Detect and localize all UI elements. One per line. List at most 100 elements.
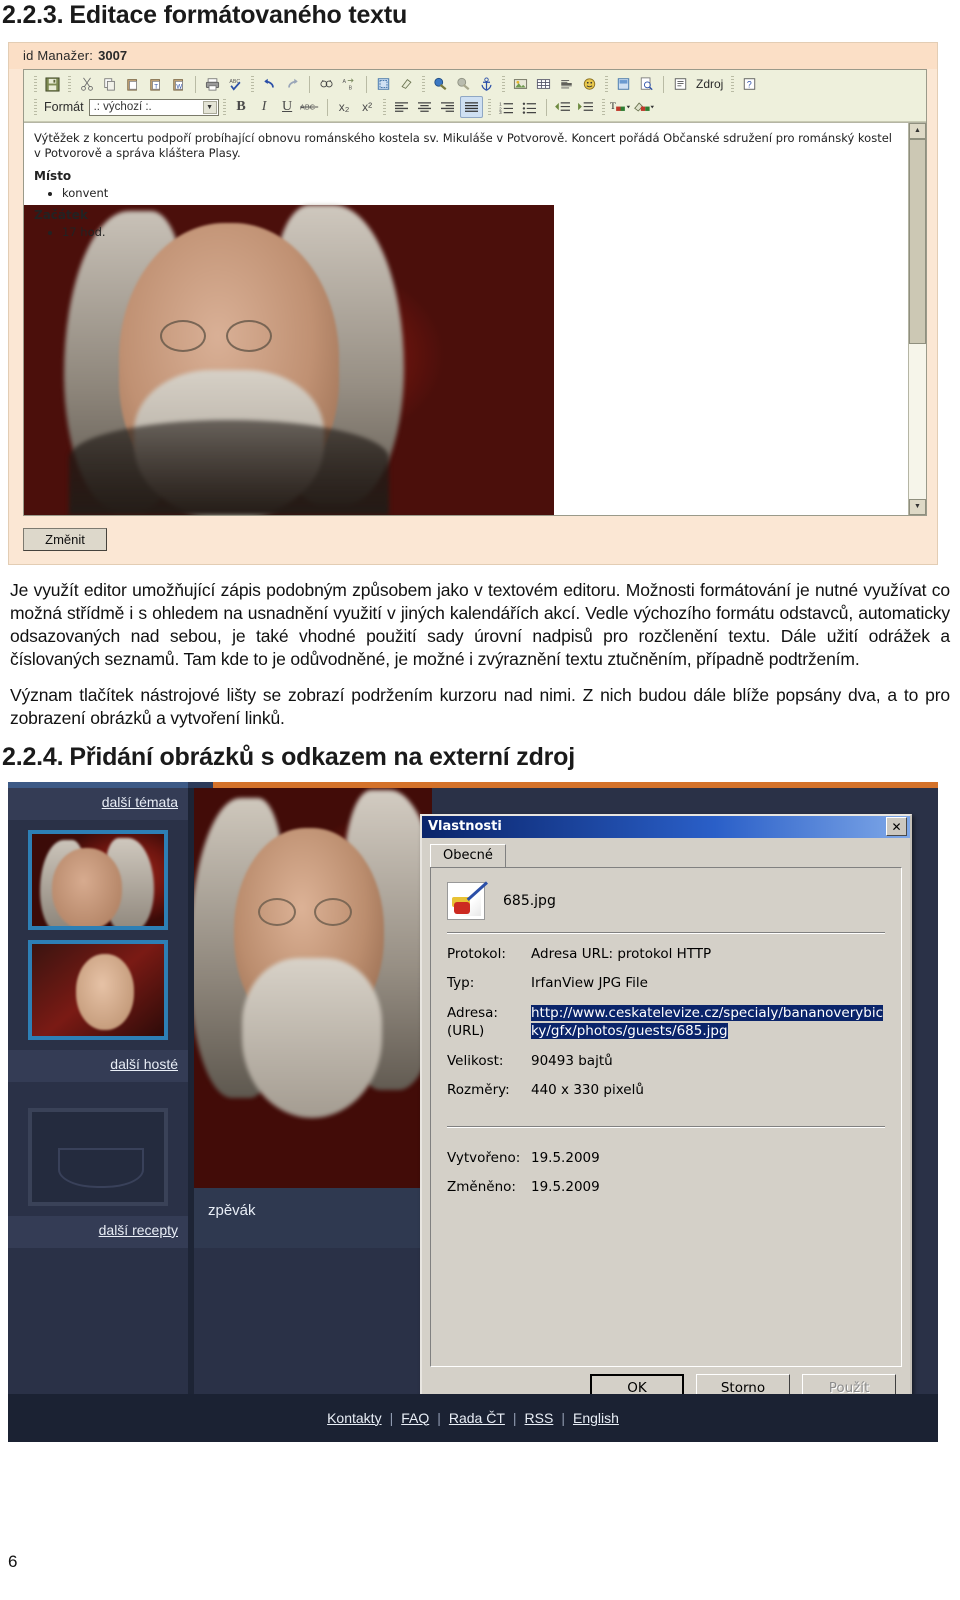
link-dalsi-hoste[interactable]: další hosté <box>110 1056 178 1072</box>
toolbar-grip[interactable] <box>68 76 71 92</box>
toolbar-grip[interactable] <box>251 76 254 92</box>
link-icon[interactable] <box>430 74 451 94</box>
toolbar-grip[interactable] <box>34 99 37 115</box>
horizontal-rule-icon[interactable] <box>556 74 577 94</box>
strike-icon[interactable]: ABC <box>300 97 321 117</box>
remove-format-icon[interactable] <box>396 74 417 94</box>
numbered-list-icon[interactable]: 123 <box>496 97 517 117</box>
paste-icon[interactable] <box>122 74 143 94</box>
field-label: Adresa: (URL) <box>447 1004 531 1040</box>
format-select[interactable]: .: výchozí :. ▼ <box>88 98 219 116</box>
print-icon[interactable] <box>202 74 223 94</box>
link-dalsi-recepty[interactable]: další recepty <box>99 1222 178 1238</box>
underline-icon[interactable]: U <box>277 97 298 117</box>
field-value: Adresa URL: protokol HTTP <box>531 945 712 962</box>
smiley-icon[interactable] <box>579 74 600 94</box>
properties-dialog[interactable]: Vlastnosti ✕ Obecné 685.jpg Protokol: Ad… <box>420 813 912 1414</box>
toolbar-grip[interactable] <box>731 76 735 92</box>
bold-icon[interactable]: B <box>231 97 252 117</box>
sidebar-thumbnail-guest-2[interactable] <box>28 939 168 1040</box>
toolbar-grip[interactable] <box>34 76 37 92</box>
dialog-title: Vlastnosti <box>428 819 502 835</box>
editor-frame: T W ABC A B Zdroj ? Formát .: výchozí:.… <box>23 68 927 516</box>
toolbar-grip[interactable] <box>382 99 386 115</box>
page-number: 6 <box>8 1552 18 1571</box>
footer-link-english[interactable]: English <box>573 1410 619 1426</box>
spellcheck-icon[interactable]: ABC <box>225 74 246 94</box>
toolbar-grip[interactable] <box>487 99 491 115</box>
chevron-down-icon[interactable]: ▼ <box>202 100 217 114</box>
sidebar-thumbnail-guest-1[interactable] <box>28 829 168 930</box>
cut-icon[interactable] <box>76 74 97 94</box>
svg-text:B: B <box>349 85 353 91</box>
divider <box>447 1126 885 1129</box>
indent-icon[interactable] <box>576 97 597 117</box>
background-color-icon[interactable] <box>633 97 654 117</box>
tab-obecne[interactable]: Obecné <box>430 843 506 867</box>
svg-text:T: T <box>154 83 158 90</box>
dialog-file-name: 685.jpg <box>503 892 556 909</box>
section-title: Přidání obrázků s odkazem na externí zdr… <box>69 743 575 772</box>
outdent-icon[interactable] <box>553 97 574 117</box>
scrollbar-thumb[interactable] <box>909 138 926 344</box>
find-icon[interactable] <box>316 74 337 94</box>
page-break-icon[interactable] <box>613 74 634 94</box>
scroll-up-arrow-icon[interactable]: ▲ <box>909 122 926 139</box>
scrollbar-track[interactable] <box>909 138 926 499</box>
sidebar-thumbnail-recipe[interactable] <box>28 1107 168 1206</box>
unlink-icon[interactable] <box>453 74 474 94</box>
dialog-field-adresa: Adresa: (URL) http://www.ceskatelevize.c… <box>447 1004 885 1040</box>
toolbar-grip[interactable] <box>601 99 605 115</box>
image-icon[interactable] <box>510 74 531 94</box>
editor-vertical-scrollbar[interactable]: ▲ ▼ <box>908 122 926 515</box>
help-icon[interactable]: ? <box>739 74 760 94</box>
field-label: Změněno: <box>447 1179 516 1196</box>
link-dalsi-temata[interactable]: další témata <box>102 794 178 810</box>
bullet-list-icon[interactable] <box>519 97 540 117</box>
toolbar-grip[interactable] <box>422 76 425 92</box>
close-icon[interactable]: ✕ <box>886 817 907 837</box>
section-heading-223: 2.2.3. Editace formátovaného textu <box>0 0 960 30</box>
editor-content-area[interactable]: Výtěžek z koncertu podpoří probíhající o… <box>24 121 926 515</box>
subscript-icon[interactable]: x₂ <box>334 97 355 117</box>
section-title: Editace formátovaného textu <box>69 1 408 29</box>
field-value-url[interactable]: http://www.ceskatelevize.cz/specialy/ban… <box>531 1004 883 1039</box>
table-icon[interactable] <box>533 74 554 94</box>
align-center-icon[interactable] <box>414 97 435 117</box>
paste-text-icon[interactable]: T <box>145 74 166 94</box>
list-item: konvent <box>62 186 898 202</box>
text-color-icon[interactable]: T <box>610 97 631 117</box>
footer-link-rada-ct[interactable]: Rada ČT <box>449 1410 505 1426</box>
footer-link-rss[interactable]: RSS <box>525 1410 554 1426</box>
format-label: Formát <box>44 100 84 114</box>
section-number: 2.2.4. <box>2 743 64 772</box>
source-icon[interactable] <box>670 74 691 94</box>
toolbar-grip[interactable] <box>605 76 608 92</box>
save-icon[interactable] <box>42 74 63 94</box>
preview-icon[interactable] <box>636 74 657 94</box>
toolbar-separator <box>545 98 547 116</box>
redo-icon[interactable] <box>282 74 303 94</box>
dialog-titlebar: Vlastnosti ✕ <box>422 815 910 838</box>
source-button-label[interactable]: Zdroj <box>693 74 726 94</box>
paste-word-icon[interactable]: W <box>168 74 189 94</box>
italic-icon[interactable]: I <box>254 97 275 117</box>
select-all-icon[interactable] <box>373 74 394 94</box>
undo-icon[interactable] <box>259 74 280 94</box>
footer-separator: | <box>561 1409 565 1426</box>
submit-button[interactable]: Změnit <box>23 528 107 551</box>
toolbar-grip[interactable] <box>222 99 226 115</box>
align-left-icon[interactable] <box>391 97 412 117</box>
editor-rich-text[interactable]: Výtěžek z koncertu podpoří probíhající o… <box>24 123 908 515</box>
toolbar-grip[interactable] <box>502 76 505 92</box>
anchor-icon[interactable] <box>476 74 497 94</box>
align-right-icon[interactable] <box>437 97 458 117</box>
replace-icon[interactable]: AB <box>339 74 360 94</box>
site-main-column: zpěvák Vlastnosti ✕ Obecné 685.jpg Proto… <box>194 787 938 1414</box>
footer-link-faq[interactable]: FAQ <box>401 1410 429 1426</box>
superscript-icon[interactable]: x² <box>357 97 378 117</box>
copy-icon[interactable] <box>99 74 120 94</box>
footer-link-kontakty[interactable]: Kontakty <box>327 1410 381 1426</box>
scroll-down-arrow-icon[interactable]: ▼ <box>909 498 926 515</box>
justify-icon[interactable] <box>459 96 483 118</box>
